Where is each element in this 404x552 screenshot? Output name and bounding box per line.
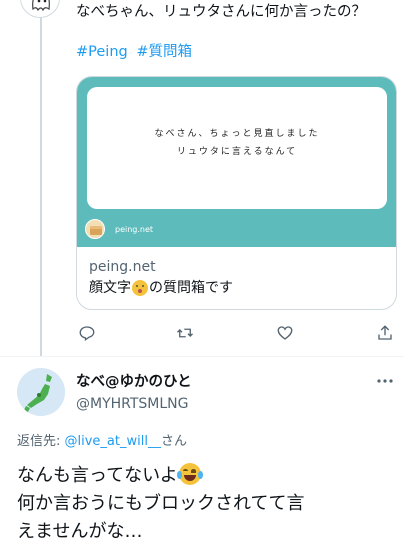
reply-author-avatar[interactable] [17,368,65,416]
like-button[interactable] [274,322,296,344]
card-title: 顔文字 の質問箱です [89,277,233,299]
card-title-text: の質問箱です [149,280,233,296]
replying-to-suffix: さん [160,434,187,449]
like-icon [277,326,293,340]
more-dots-icon [377,379,393,383]
reply-button[interactable] [76,322,98,344]
card-brand-name: peing.net [115,224,154,234]
card-image-text-line: リュウタに言えるなんて [176,147,298,157]
tears-of-joy-icon [176,463,203,485]
tweet-divider [0,356,404,357]
tweet-action-bar [76,322,392,344]
card-image-text-line: なべさん、ちょっと見直しました [154,129,320,139]
reply-text-line: えませんがな… [17,521,143,542]
reply-text-line: 何か言おうにもブロックされてて言 [17,493,305,514]
replying-to: 返信先: @live_at_will__さん [17,432,187,452]
retweet-button[interactable] [174,322,196,344]
quoted-tweet-text: なべちゃん、リュウタさんに何か言ったの？ [76,4,366,20]
reply-text-line: なんも言ってないよ [17,462,397,490]
replying-to-label: 返信先: [17,434,65,449]
reply-tweet-text: なんも言ってないよ 何か言おうにもブロックされてて言 えませんがな… [17,462,397,546]
thread-connector-line [40,0,42,356]
card-meta: peing.net 顔文字 の質問箱です [89,257,233,299]
retweet-icon [177,328,193,338]
reply-author-display-name[interactable]: なべ@ゆかのひと [76,372,192,392]
reply-text-segment: なんも言ってないよ [17,465,178,486]
peing-logo-icon [85,219,105,239]
ghost-avatar-icon [21,0,59,17]
card-image-text: なべさん、ちょっと見直しました リュウタに言えるなんて [87,125,387,161]
hashtag-link[interactable]: #Peing [76,44,128,60]
share-button[interactable] [374,322,396,344]
card-image-message-box: なべさん、ちょっと見直しました リュウタに言えるなんて [87,87,387,209]
card-brand: peing.net [85,219,153,239]
shushing-face-icon [132,280,148,296]
hashtag-link[interactable]: #質問箱 [136,44,192,60]
share-icon [378,325,392,340]
more-options-button[interactable] [374,374,396,388]
quoted-author-avatar[interactable] [20,0,60,18]
replying-to-mention-link[interactable]: @live_at_will__ [65,434,161,449]
reply-icon [79,326,95,342]
link-preview-card[interactable]: なべさん、ちょっと見直しました リュウタに言えるなんて peing.net pe… [76,76,397,310]
card-domain: peing.net [89,259,156,275]
japan-map-avatar-icon [17,368,65,416]
card-title-text: 顔文字 [89,280,131,296]
hashtag-list: #Peing #質問箱 [76,42,196,62]
card-image: なべさん、ちょっと見直しました リュウタに言えるなんて peing.net [77,77,396,247]
reply-author-handle[interactable]: @MYHRTSMLNG [76,394,189,414]
